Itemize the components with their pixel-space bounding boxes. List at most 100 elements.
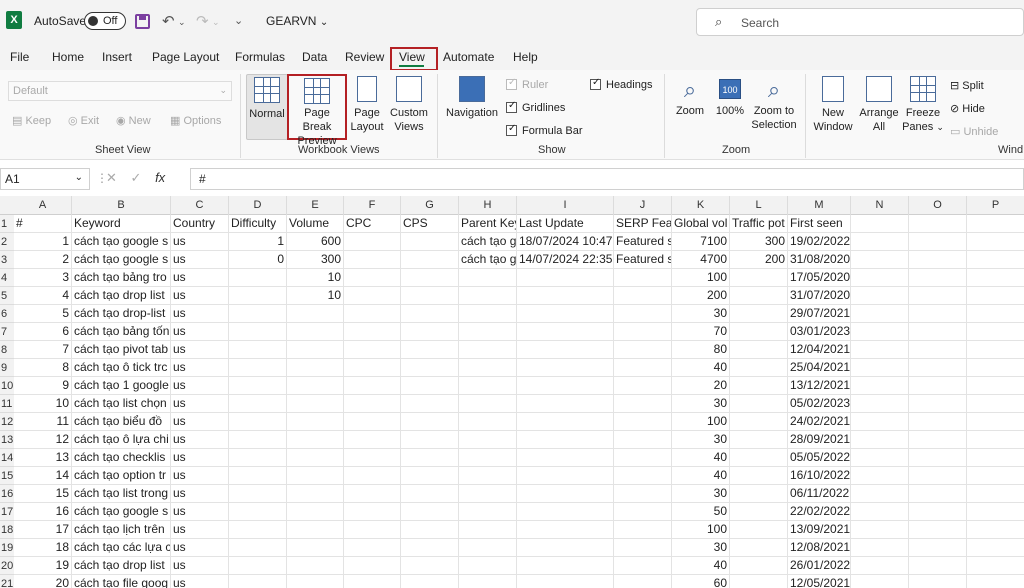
column-header-e[interactable]: E — [287, 196, 344, 215]
column-header-k[interactable]: K — [672, 196, 730, 215]
table-cell[interactable] — [287, 503, 344, 521]
table-cell[interactable] — [851, 413, 909, 431]
table-cell[interactable] — [967, 251, 1024, 269]
table-cell[interactable] — [967, 449, 1024, 467]
table-cell[interactable] — [401, 485, 459, 503]
table-cell[interactable] — [401, 431, 459, 449]
row-header[interactable]: 3 — [0, 251, 14, 269]
tab-help[interactable]: Help — [513, 50, 538, 64]
table-cell[interactable]: cách tạo g — [459, 233, 517, 251]
table-cell[interactable] — [344, 413, 401, 431]
table-cell[interactable] — [401, 467, 459, 485]
table-cell[interactable]: 12/04/2021 — [788, 341, 851, 359]
table-cell[interactable]: 7 — [14, 341, 72, 359]
table-cell[interactable]: cách tạo list trong — [72, 485, 171, 503]
table-cell[interactable] — [517, 341, 614, 359]
row-header[interactable]: 16 — [0, 485, 14, 503]
table-cell[interactable]: cách tạo checklis — [72, 449, 171, 467]
table-cell[interactable] — [344, 269, 401, 287]
column-header-f[interactable]: F — [344, 196, 401, 215]
table-cell[interactable]: us — [171, 233, 229, 251]
header-cell[interactable]: Keyword — [72, 215, 171, 233]
undo-dropdown-icon[interactable]: ⌄ — [178, 17, 186, 28]
table-cell[interactable] — [730, 413, 788, 431]
zoom-to-selection-button[interactable]: ⌕ Zoom to Selection — [748, 74, 800, 140]
table-cell[interactable] — [614, 305, 672, 323]
table-cell[interactable] — [909, 395, 967, 413]
table-cell[interactable] — [730, 305, 788, 323]
tab-review[interactable]: Review — [345, 50, 384, 64]
table-cell[interactable] — [851, 575, 909, 588]
table-cell[interactable]: 16 — [14, 503, 72, 521]
table-cell[interactable] — [459, 305, 517, 323]
header-cell[interactable]: Difficulty — [229, 215, 287, 233]
table-cell[interactable] — [517, 503, 614, 521]
table-cell[interactable]: cách tạo google s — [72, 503, 171, 521]
table-cell[interactable] — [517, 431, 614, 449]
table-cell[interactable] — [967, 269, 1024, 287]
table-cell[interactable]: us — [171, 341, 229, 359]
table-cell[interactable]: cách tạo option tr — [72, 467, 171, 485]
table-cell[interactable] — [730, 269, 788, 287]
table-cell[interactable]: 31/08/2020 — [788, 251, 851, 269]
table-cell[interactable]: 600 — [287, 233, 344, 251]
header-cell[interactable]: CPC — [344, 215, 401, 233]
table-cell[interactable]: 12/05/2021 — [788, 575, 851, 588]
table-cell[interactable]: 60 — [672, 575, 730, 588]
table-cell[interactable] — [730, 287, 788, 305]
table-cell[interactable] — [614, 413, 672, 431]
table-cell[interactable] — [287, 431, 344, 449]
table-cell[interactable]: us — [171, 449, 229, 467]
table-cell[interactable] — [401, 413, 459, 431]
row-header[interactable]: 19 — [0, 539, 14, 557]
table-cell[interactable]: 20 — [14, 575, 72, 588]
table-cell[interactable] — [459, 485, 517, 503]
table-cell[interactable] — [967, 359, 1024, 377]
table-cell[interactable] — [730, 449, 788, 467]
table-cell[interactable] — [459, 359, 517, 377]
table-cell[interactable] — [730, 341, 788, 359]
table-cell[interactable] — [229, 269, 287, 287]
table-cell[interactable] — [517, 557, 614, 575]
table-cell[interactable]: cách tạo biểu đồ — [72, 413, 171, 431]
table-cell[interactable]: cách tạo bảng tốn — [72, 323, 171, 341]
table-cell[interactable] — [459, 467, 517, 485]
table-cell[interactable] — [967, 467, 1024, 485]
table-cell[interactable] — [344, 449, 401, 467]
table-cell[interactable] — [459, 377, 517, 395]
table-cell[interactable] — [517, 449, 614, 467]
table-cell[interactable] — [344, 575, 401, 588]
table-cell[interactable] — [287, 539, 344, 557]
table-cell[interactable] — [517, 395, 614, 413]
table-cell[interactable] — [517, 287, 614, 305]
table-cell[interactable]: 0 — [229, 251, 287, 269]
table-cell[interactable] — [967, 305, 1024, 323]
autosave-toggle[interactable]: Off — [84, 12, 126, 30]
table-cell[interactable] — [517, 521, 614, 539]
row-header[interactable]: 17 — [0, 503, 14, 521]
table-cell[interactable] — [730, 467, 788, 485]
name-box[interactable]: A1 ⌄ — [0, 168, 90, 190]
table-cell[interactable]: 28/09/2021 — [788, 431, 851, 449]
table-cell[interactable] — [614, 395, 672, 413]
table-cell[interactable] — [851, 251, 909, 269]
table-cell[interactable]: 40 — [672, 449, 730, 467]
table-cell[interactable]: 16/10/2022 — [788, 467, 851, 485]
table-cell[interactable] — [730, 359, 788, 377]
table-cell[interactable] — [401, 305, 459, 323]
row-header[interactable]: 14 — [0, 449, 14, 467]
table-cell[interactable]: Featured s — [614, 251, 672, 269]
table-cell[interactable] — [401, 359, 459, 377]
table-cell[interactable]: 4 — [14, 287, 72, 305]
table-cell[interactable] — [287, 395, 344, 413]
table-cell[interactable] — [909, 323, 967, 341]
table-cell[interactable] — [344, 521, 401, 539]
table-cell[interactable] — [730, 539, 788, 557]
table-cell[interactable] — [909, 467, 967, 485]
table-cell[interactable] — [401, 539, 459, 557]
table-cell[interactable] — [401, 341, 459, 359]
table-cell[interactable] — [459, 287, 517, 305]
row-header[interactable]: 21 — [0, 575, 14, 588]
table-cell[interactable] — [287, 413, 344, 431]
table-cell[interactable] — [287, 305, 344, 323]
